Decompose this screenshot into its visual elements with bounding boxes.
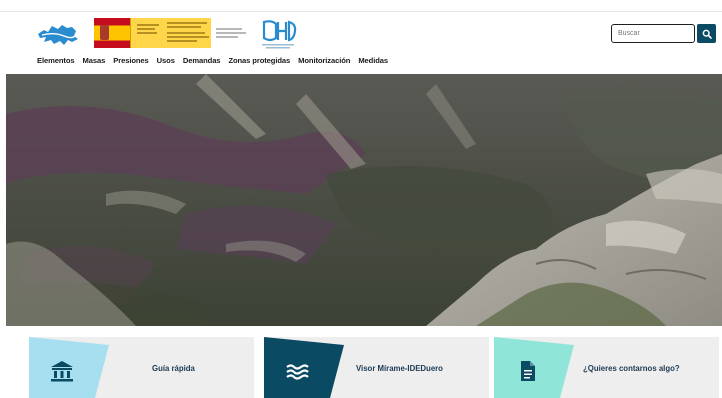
waves-icon [286,364,309,380]
top-divider [0,11,722,12]
nav-item-masas[interactable]: Masas [83,56,106,65]
duero-logo[interactable] [34,20,80,50]
card-label: Visor Mírame-IDEDuero [356,364,443,373]
nav-item-elementos[interactable]: Elementos [37,56,75,65]
hero-landscape-image [6,74,722,326]
document-icon [521,361,535,381]
nav-item-usos[interactable]: Usos [157,56,175,65]
agency-banner [214,18,254,48]
card-label: Guía rápida [152,364,195,373]
nav-item-presiones[interactable]: Presiones [113,56,149,65]
bank-icon [51,361,73,382]
nav-item-zonas-protegidas[interactable]: Zonas protegidas [228,56,290,65]
spain-coat-of-arms [94,18,130,48]
main-nav: Elementos Masas Presiones Usos Demandas … [37,56,396,65]
search-input[interactable] [611,24,695,43]
card-label: ¿Quieres contarnos algo? [583,364,680,373]
card-visor-mirame[interactable]: Visor Mírame-IDEDuero [264,337,489,398]
ministry-banner [130,18,211,48]
card-contact[interactable]: ¿Quieres contarnos algo? [494,337,719,398]
government-logo[interactable] [94,18,254,48]
card-guia-rapida[interactable]: Guía rápida [29,337,254,398]
nav-item-medidas[interactable]: Medidas [358,56,388,65]
search-icon [702,29,712,39]
nav-item-demandas[interactable]: Demandas [183,56,221,65]
search-button[interactable] [697,24,716,43]
nav-item-monitorizacion[interactable]: Monitorización [298,56,350,65]
chd-logo[interactable] [258,18,298,50]
